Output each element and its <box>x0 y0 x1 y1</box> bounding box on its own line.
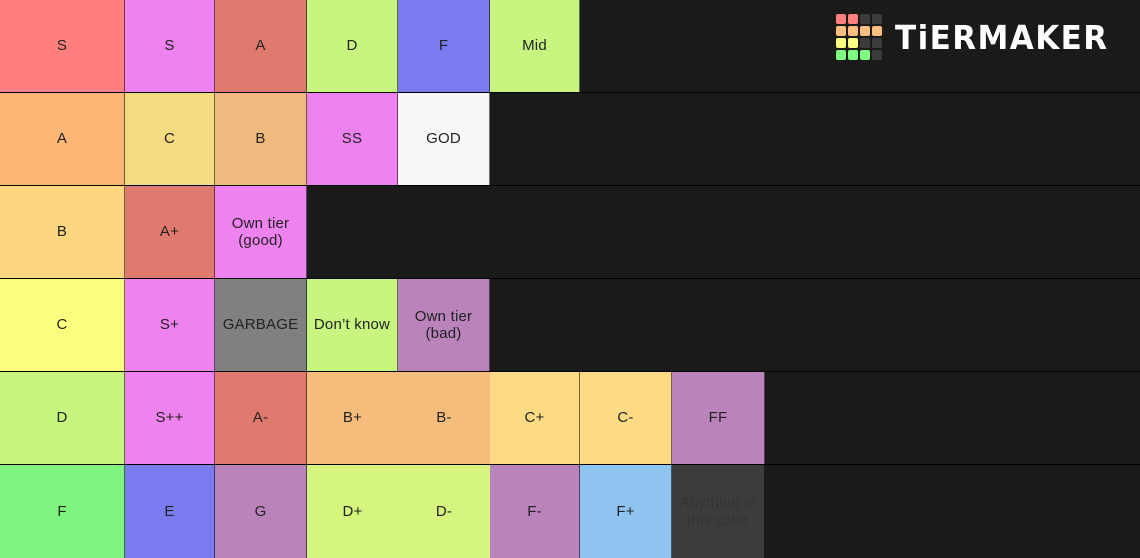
tier-row-2: A C B SS GOD <box>0 93 1140 186</box>
tier-row-4: C S+ GARBAGE Don’t know Own tier (bad) <box>0 279 1140 372</box>
tier-cell[interactable]: A+ <box>125 186 215 278</box>
tier-row-empty-area[interactable] <box>490 93 1140 185</box>
tier-row-6: F E G D+ D- F- F+ Anything in this color <box>0 465 1140 558</box>
tier-row-empty-area[interactable] <box>490 279 1140 371</box>
tier-cell[interactable]: Don’t know <box>307 279 398 371</box>
tier-cell[interactable]: C+ <box>490 372 580 464</box>
tier-cell[interactable]: F+ <box>580 465 672 558</box>
tier-cell[interactable]: B+ <box>307 372 398 464</box>
tier-list-board: TiERMAKER S S A D F Mid A C B SS GOD B A+ Own tier (g… <box>0 0 1140 558</box>
tier-row-empty-area[interactable] <box>580 0 1140 92</box>
tier-cell[interactable]: B <box>215 93 307 185</box>
tier-row-empty-area[interactable] <box>765 372 1140 464</box>
tier-cell[interactable]: GARBAGE <box>215 279 307 371</box>
tier-cell[interactable]: Own tier (bad) <box>398 279 490 371</box>
tier-cell[interactable]: S <box>0 0 125 92</box>
tier-rows-container: S S A D F Mid A C B SS GOD B A+ Own tier (good) C S+ GAR… <box>0 0 1140 558</box>
tier-row-1: S S A D F Mid <box>0 0 1140 93</box>
tier-cell[interactable]: F <box>0 465 125 558</box>
tier-cell[interactable]: A <box>0 93 125 185</box>
tier-cell[interactable]: D- <box>398 465 490 558</box>
tier-cell[interactable]: B <box>0 186 125 278</box>
tier-cell[interactable]: GOD <box>398 93 490 185</box>
tier-cell[interactable]: FF <box>672 372 765 464</box>
tier-cell[interactable]: A <box>215 0 307 92</box>
tier-cell[interactable]: G <box>215 465 307 558</box>
tier-row-3: B A+ Own tier (good) <box>0 186 1140 279</box>
tier-row-empty-area[interactable] <box>307 186 1140 278</box>
tier-cell[interactable]: D <box>307 0 398 92</box>
tier-row-empty-area[interactable] <box>765 465 1140 558</box>
tier-cell[interactable]: A- <box>215 372 307 464</box>
tier-cell[interactable]: Own tier (good) <box>215 186 307 278</box>
tier-cell[interactable]: D+ <box>307 465 398 558</box>
tier-cell[interactable]: D <box>0 372 125 464</box>
tier-cell[interactable]: S++ <box>125 372 215 464</box>
tier-cell[interactable]: C- <box>580 372 672 464</box>
tier-cell[interactable]: S+ <box>125 279 215 371</box>
tier-row-5: D S++ A- B+ B- C+ C- FF <box>0 372 1140 465</box>
tier-cell[interactable]: F- <box>490 465 580 558</box>
tier-cell[interactable]: F <box>398 0 490 92</box>
tier-cell[interactable]: SS <box>307 93 398 185</box>
tier-cell[interactable]: B- <box>398 372 490 464</box>
tier-cell[interactable]: Anything in this color <box>672 465 765 558</box>
tier-cell[interactable]: C <box>0 279 125 371</box>
tier-cell[interactable]: C <box>125 93 215 185</box>
tier-cell[interactable]: E <box>125 465 215 558</box>
tier-cell[interactable]: S <box>125 0 215 92</box>
tier-cell[interactable]: Mid <box>490 0 580 92</box>
